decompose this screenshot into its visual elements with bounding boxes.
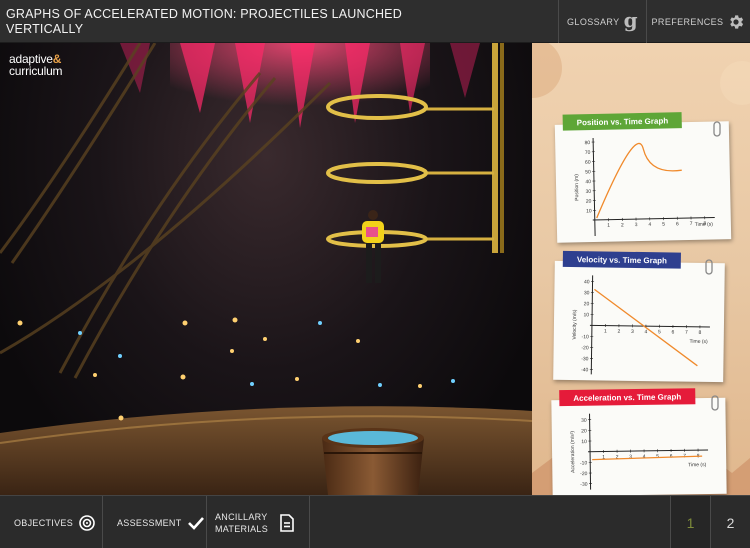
y-tick-label: 30 [586, 189, 592, 195]
checkmark-icon [187, 516, 204, 530]
x-tick-label: 1 [607, 223, 610, 229]
graph-curve [594, 288, 698, 367]
x-tick-label: 7 [685, 330, 688, 336]
footer-bar: OBJECTIVES ASSESSMENT ANCILLARY MATERIAL… [0, 495, 750, 548]
x-tick-label: 3 [631, 329, 634, 335]
velocity-graph-card[interactable]: Velocity vs. Time Graph 40 30 20 10 -10 -20 -3… [553, 250, 725, 383]
ancillary-label: ANCILLARY MATERIALS [215, 511, 268, 535]
x-tick-label: 2 [621, 222, 624, 228]
y-tick-label: 20 [584, 301, 590, 307]
graph-plot: 302010-10-20-301 2 3 4 5 6 7 8Acceleration (m/s… [570, 413, 709, 490]
paperclip-icon [705, 259, 713, 275]
y-tick-label: -10 [580, 460, 588, 466]
glossary-label: GLOSSARY [567, 16, 620, 27]
x-axis [588, 449, 709, 453]
y-axis [592, 138, 596, 237]
acceleration-graph-card[interactable]: Acceleration vs. Time Graph 30 20 10 -10 -20… [551, 388, 727, 495]
assessment-button[interactable]: ASSESSMENT [103, 496, 207, 548]
y-tick-label: 50 [585, 169, 591, 175]
graph-plot: 80706050403020101 2 3 4 5 6 7 8Position (m)Time… [574, 138, 715, 237]
ancillary-label-line1: ANCILLARY [215, 511, 268, 522]
x-axis [589, 324, 710, 328]
graph-plot: 40 30 20 10 -10 -20 -30 -40 1 2 3 4 5 6 7 8 Velocity (m/… [572, 275, 710, 375]
graph-curve [596, 142, 682, 219]
scene-illustration [0, 43, 532, 495]
preferences-button[interactable]: PREFERENCES [646, 0, 750, 43]
y-tick-label: 80 [585, 140, 591, 146]
gear-icon [730, 14, 744, 29]
x-tick-label: 3 [635, 222, 638, 228]
y-tick-label: 30 [581, 418, 587, 424]
document-icon [280, 513, 294, 532]
objectives-button[interactable]: OBJECTIVES [0, 496, 103, 548]
page-1-button[interactable]: 1 [670, 496, 710, 548]
target-icon [79, 514, 95, 531]
water-barrel [322, 428, 424, 495]
adaptive-curriculum-logo: adaptive& curriculum [9, 53, 63, 78]
x-tick-label: 4 [644, 329, 647, 335]
ancillary-label-line2: MATERIALS [215, 523, 269, 534]
x-tick-label: 4 [648, 222, 651, 228]
y-tick-label: -40 [581, 367, 589, 373]
y-tick-label: 60 [585, 160, 591, 166]
y-tick-label: 10 [586, 208, 592, 214]
x-axis-label: Time (s) [690, 339, 709, 345]
logo-text-bottom: curriculum [9, 64, 63, 78]
y-axis-label: Position (m) [574, 174, 581, 201]
y-tick-label: 20 [581, 428, 587, 434]
y-tick-label: 20 [586, 199, 592, 205]
x-axis-label: Time (s) [695, 222, 714, 228]
position-graph-card[interactable]: Position vs. Time Graph 80 70 60 50 40 30 20 10… [554, 112, 732, 243]
stage-lights [120, 43, 480, 133]
x-tick-label: 3 [629, 454, 632, 460]
x-tick-label: 6 [671, 329, 674, 335]
x-tick-label: 6 [676, 221, 679, 227]
y-tick-label: 40 [584, 279, 590, 285]
circus-scene[interactable]: adaptive& curriculum [0, 43, 532, 495]
glossary-icon: g [623, 7, 638, 32]
y-tick-label: 10 [583, 312, 589, 318]
arena-floor [0, 406, 532, 495]
x-tick-label: 2 [617, 329, 620, 335]
y-tick-label: -20 [580, 471, 588, 477]
y-tick-label: -10 [581, 334, 589, 340]
y-tick-label: -30 [581, 356, 589, 362]
graph-panel: Position vs. Time Graph 80 70 60 50 40 30 20 10… [532, 43, 750, 495]
y-tick-label: -20 [581, 345, 589, 351]
app-window: GRAPHS OF ACCELERATED MOTION: PROJECTILE… [0, 0, 750, 548]
header-bar: GRAPHS OF ACCELERATED MOTION: PROJECTILE… [0, 0, 750, 43]
x-tick-label: 7 [690, 221, 693, 227]
x-tick-label: 5 [656, 454, 659, 460]
x-tick-label: 4 [643, 454, 646, 460]
x-axis [592, 217, 715, 221]
preferences-label: PREFERENCES [651, 16, 724, 27]
y-axis-label: Velocity (m/s) [572, 309, 578, 339]
y-axis-label: Acceleration (m/s²) [570, 431, 577, 473]
glossary-button[interactable]: GLOSSARY g [558, 0, 646, 43]
y-tick-label: 70 [585, 150, 591, 156]
x-tick-label: 8 [698, 330, 701, 336]
assessment-label: ASSESSMENT [117, 517, 182, 528]
x-tick-label: 5 [662, 222, 665, 228]
page-2-button[interactable]: 2 [710, 496, 750, 548]
y-tick-label: 10 [581, 439, 587, 445]
y-tick-label: 30 [584, 290, 590, 296]
paperclip-icon [711, 395, 719, 411]
x-tick-label: 5 [658, 329, 661, 335]
x-axis-label: Time (s) [688, 462, 707, 468]
y-tick-label: 40 [585, 179, 591, 185]
ancillary-materials-button[interactable]: ANCILLARY MATERIALS [207, 496, 310, 548]
objectives-label: OBJECTIVES [14, 517, 74, 528]
page-title: GRAPHS OF ACCELERATED MOTION: PROJECTILE… [6, 7, 402, 36]
x-tick-label: 1 [604, 329, 607, 335]
y-tick-label: -30 [580, 482, 588, 488]
paperclip-icon [713, 121, 721, 137]
